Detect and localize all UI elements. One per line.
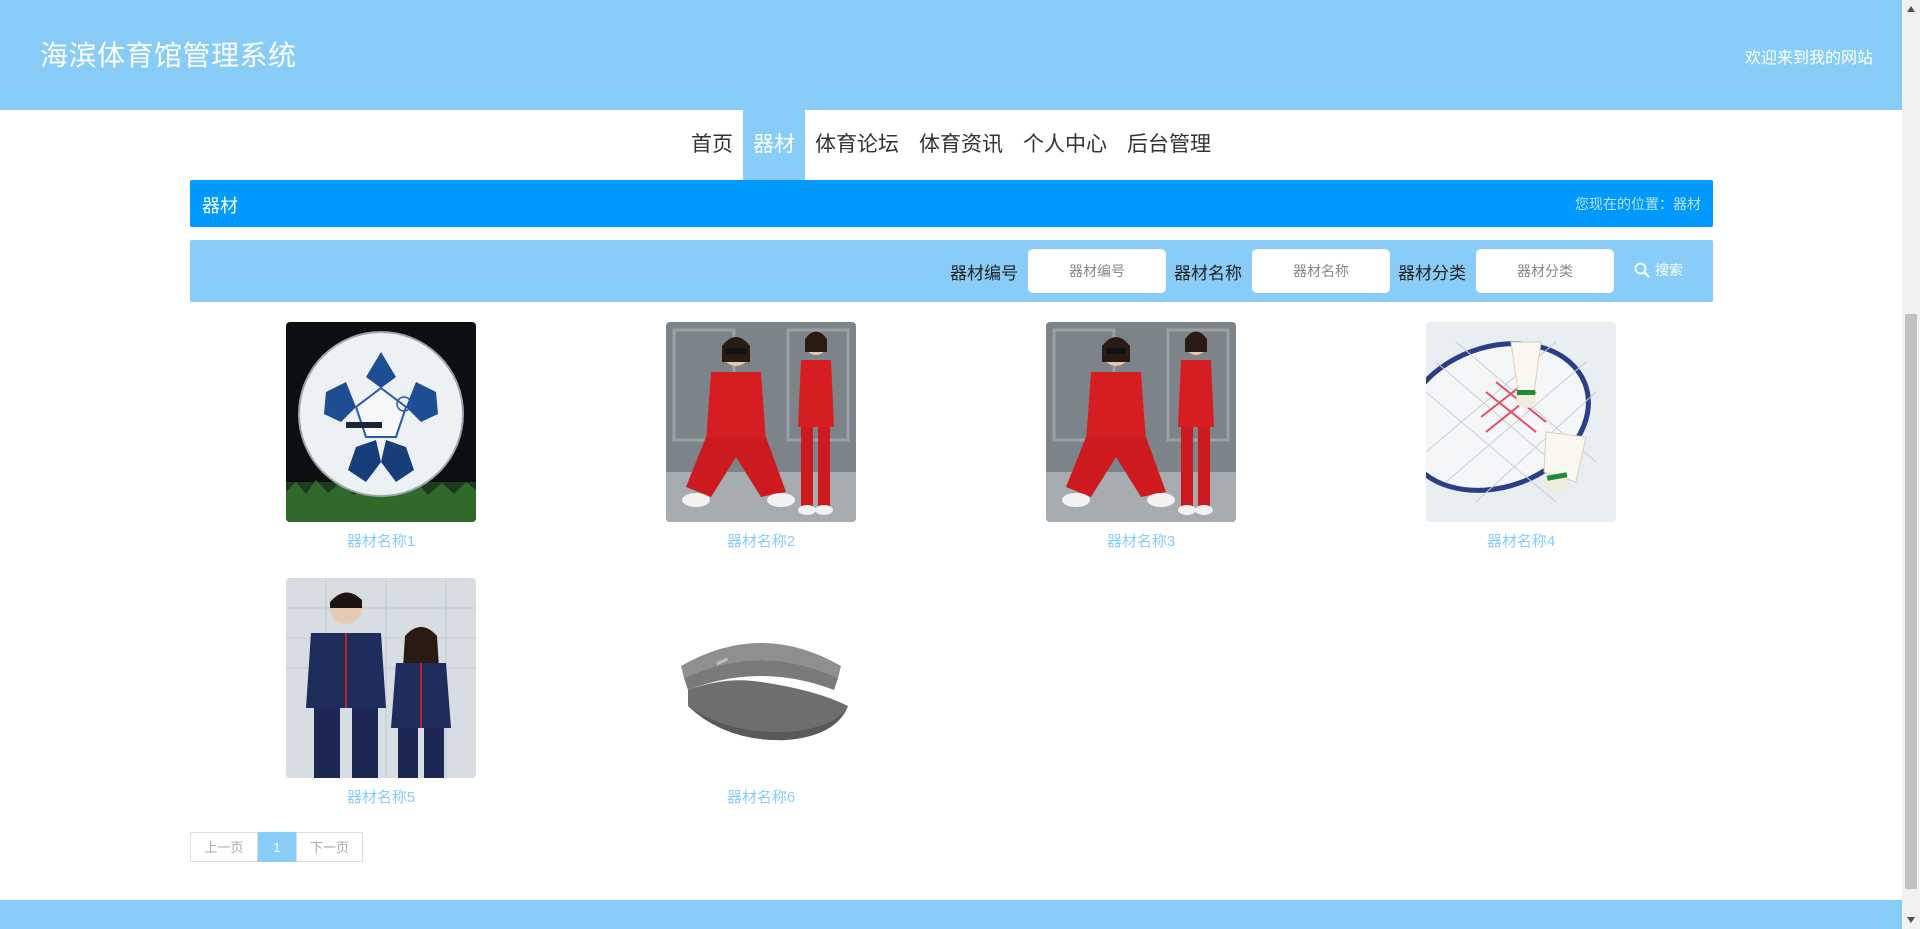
site-title: 海滨体育馆管理系统 (40, 40, 297, 71)
search-group-name: 器材名称 (1174, 248, 1390, 294)
next-page-button[interactable]: 下一页 (296, 832, 363, 862)
search-group-code: 器材编号 (950, 248, 1166, 294)
top-header: 海滨体育馆管理系统 欢迎来到我的网站 (0, 0, 1902, 110)
equipment-card: 器材名称4 (1426, 322, 1616, 551)
vertical-scrollbar[interactable] (1902, 0, 1920, 929)
navy-tracksuit-image[interactable] (286, 578, 476, 778)
footer (0, 900, 1902, 929)
nav-item-admin[interactable]: 后台管理 (1117, 110, 1221, 180)
red-tracksuit-image[interactable] (1046, 322, 1236, 522)
equipment-card: 器材名称2 (666, 322, 856, 551)
section-header: 器材 您现在的位置：器材 (190, 180, 1713, 227)
search-label-code: 器材编号 (950, 263, 1018, 283)
equipment-name-link[interactable]: 器材名称5 (286, 786, 476, 807)
scroll-up-arrow-icon[interactable] (1902, 0, 1920, 18)
search-button[interactable]: 搜索 (1634, 260, 1683, 280)
scroll-down-arrow-icon[interactable] (1902, 911, 1920, 929)
equipment-name-link[interactable]: 器材名称6 (666, 786, 856, 807)
search-label-category: 器材分类 (1398, 263, 1466, 283)
equipment-card: 器材名称3 (1046, 322, 1236, 551)
equipment-name-link[interactable]: 器材名称3 (1046, 530, 1236, 551)
nav-item-home[interactable]: 首页 (681, 110, 743, 180)
scrollbar-thumb[interactable] (1905, 314, 1917, 889)
equipment-category-input[interactable] (1476, 249, 1614, 293)
red-tracksuit-image[interactable] (666, 322, 856, 522)
main-nav: 首页 器材 体育论坛 体育资讯 个人中心 后台管理 (0, 110, 1902, 180)
nav-item-equipment[interactable]: 器材 (743, 110, 805, 180)
nav-item-profile[interactable]: 个人中心 (1013, 110, 1117, 180)
badminton-image[interactable] (1426, 322, 1616, 522)
equipment-card: 器材名称6 (666, 578, 856, 807)
breadcrumb: 您现在的位置：器材 (1575, 196, 1701, 212)
equipment-code-input[interactable] (1028, 249, 1166, 293)
search-label-name: 器材名称 (1174, 263, 1242, 283)
equipment-card: 器材名称5 (286, 578, 476, 807)
soccer-ball-image[interactable] (286, 322, 476, 522)
equipment-card: 器材名称1 (286, 322, 476, 551)
search-button-label: 搜索 (1655, 262, 1683, 278)
current-page-button[interactable]: 1 (258, 832, 296, 862)
equipment-name-link[interactable]: 器材名称1 (286, 530, 476, 551)
search-icon (1634, 262, 1650, 278)
welcome-text: 欢迎来到我的网站 (1744, 50, 1873, 67)
page: 海滨体育馆管理系统 欢迎来到我的网站 首页 器材 体育论坛 体育资讯 个人中心 后台管理 … (0, 0, 1902, 929)
nav-item-forum[interactable]: 体育论坛 (805, 110, 909, 180)
nav-item-news[interactable]: 体育资讯 (909, 110, 1013, 180)
equipment-name-link[interactable]: 器材名称2 (666, 530, 856, 551)
search-group-category: 器材分类 (1398, 248, 1614, 294)
equipment-name-link[interactable]: 器材名称4 (1426, 530, 1616, 551)
section-title: 器材 (202, 196, 238, 216)
equipment-name-input[interactable] (1252, 249, 1390, 293)
prev-page-button[interactable]: 上一页 (190, 832, 258, 862)
visor-cap-image[interactable] (666, 578, 856, 778)
search-bar: 器材编号 器材名称 器材分类 搜索 (190, 240, 1713, 302)
pagination: 上一页 1 下一页 (190, 832, 363, 862)
